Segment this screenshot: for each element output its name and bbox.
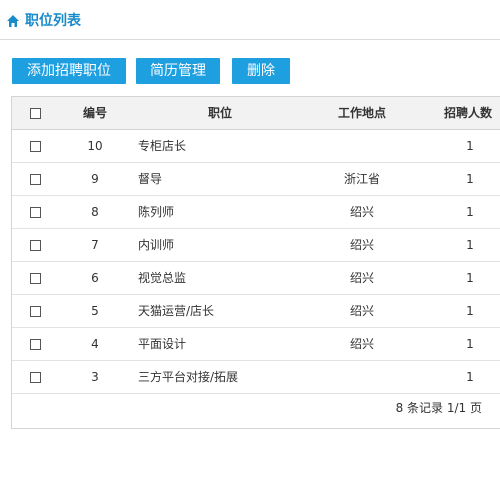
cell-count: 1 (466, 337, 474, 351)
table-row: 3 三方平台对接/拓展 1 (12, 361, 500, 394)
cell-id: 5 (91, 304, 99, 318)
cell-position[interactable]: 视觉总监 (138, 262, 186, 294)
cell-location: 绍兴 (349, 304, 374, 318)
table-row: 9 督导 浙江省 1 (12, 163, 500, 196)
column-header-count: 招聘人数 (444, 106, 493, 120)
page-title: 职位列表 (25, 13, 81, 29)
row-checkbox[interactable] (30, 306, 41, 317)
cell-location: 浙江省 (343, 172, 380, 186)
column-header-id: 编号 (82, 106, 107, 120)
cell-position[interactable]: 天猫运营/店长 (138, 295, 214, 327)
cell-count: 1 (466, 139, 474, 153)
cell-id: 6 (91, 271, 99, 285)
cell-location (330, 361, 394, 393)
cell-id: 10 (87, 139, 103, 153)
cell-location: 绍兴 (349, 205, 374, 219)
table-row: 4 平面设计 绍兴 1 (12, 328, 500, 361)
resume-management-button[interactable]: 简历管理 (136, 58, 220, 84)
column-header-position: 职位 (207, 106, 232, 120)
cell-id: 4 (91, 337, 99, 351)
table-row: 6 视觉总监 绍兴 1 (12, 262, 500, 295)
row-checkbox[interactable] (30, 339, 41, 350)
cell-count: 1 (466, 304, 474, 318)
cell-position[interactable]: 内训师 (138, 229, 174, 261)
table-row: 8 陈列师 绍兴 1 (12, 196, 500, 229)
cell-id: 3 (91, 370, 99, 384)
select-all-checkbox[interactable] (30, 108, 41, 119)
cell-id: 7 (91, 238, 99, 252)
cell-location: 绍兴 (349, 337, 374, 351)
home-icon (7, 15, 19, 27)
row-checkbox[interactable] (30, 240, 41, 251)
cell-position[interactable]: 陈列师 (138, 196, 174, 228)
row-checkbox[interactable] (30, 273, 41, 284)
table-header: 编号 职位 工作地点 招聘人数 (12, 97, 500, 130)
cell-count: 1 (466, 271, 474, 285)
row-checkbox[interactable] (30, 207, 41, 218)
column-header-location: 工作地点 (337, 106, 386, 120)
cell-position[interactable]: 专柜店长 (138, 130, 186, 162)
delete-button[interactable]: 删除 (232, 58, 290, 84)
cell-count: 1 (466, 370, 474, 384)
row-checkbox[interactable] (30, 174, 41, 185)
table-row: 10 专柜店长 1 (12, 130, 500, 163)
cell-location (330, 130, 394, 162)
table-row: 7 内训师 绍兴 1 (12, 229, 500, 262)
cell-count: 1 (466, 238, 474, 252)
cell-id: 8 (91, 205, 99, 219)
cell-location: 绍兴 (349, 238, 374, 252)
positions-table: 编号 职位 工作地点 招聘人数 10 专柜店长 1 9 督导 浙江省 1 8 陈列师 绍兴 1 7 内训… (11, 96, 500, 429)
cell-location: 绍兴 (349, 271, 374, 285)
add-position-button[interactable]: 添加招聘职位 (12, 58, 126, 84)
cell-count: 1 (466, 172, 474, 186)
page-header: 职位列表 (0, 0, 500, 40)
cell-position[interactable]: 平面设计 (138, 328, 186, 360)
table-row: 5 天猫运营/店长 绍兴 1 (12, 295, 500, 328)
cell-position[interactable]: 督导 (138, 163, 162, 195)
cell-count: 1 (466, 205, 474, 219)
row-checkbox[interactable] (30, 141, 41, 152)
pagination-summary: 8 条记录 1/1 页 (395, 401, 482, 415)
cell-position[interactable]: 三方平台对接/拓展 (138, 361, 238, 393)
row-checkbox[interactable] (30, 372, 41, 383)
cell-id: 9 (91, 172, 99, 186)
